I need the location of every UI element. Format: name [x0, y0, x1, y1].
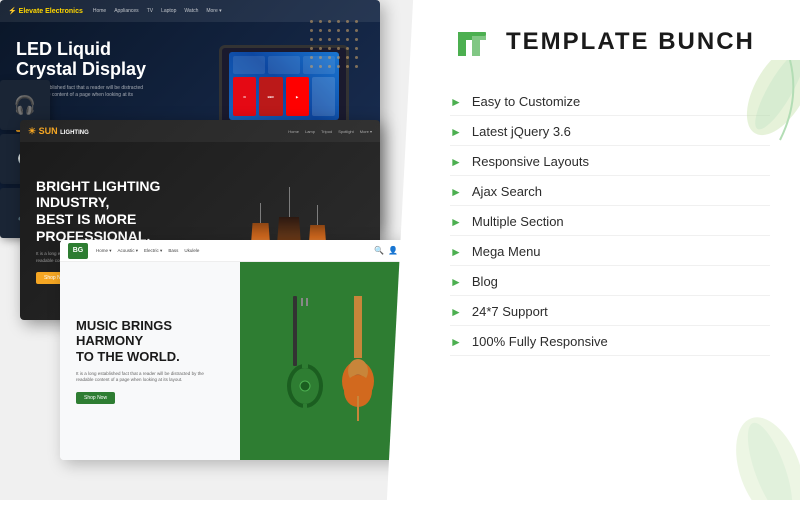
- feature-text-7: 24*7 Support: [472, 304, 548, 319]
- feature-arrow-0: ►: [450, 95, 462, 109]
- feature-arrow-5: ►: [450, 245, 462, 259]
- tmpl1-nav-watch: Watch: [184, 8, 198, 14]
- feature-item-7: ► 24*7 Support: [450, 298, 770, 326]
- tv-content-row: N BBC ▶: [233, 77, 335, 116]
- dots-decoration: [310, 20, 370, 80]
- tv-yt: ▶: [286, 77, 309, 116]
- tmpl1-logo: ⚡ Elevate Electronics: [8, 7, 83, 15]
- tmpl2-hero-title: BRIGHT LIGHTING INDUSTRY,BEST IS MORE PR…: [36, 178, 214, 245]
- tmpl3-hero-sub: It is a long established fact that a rea…: [76, 371, 206, 385]
- tmpl1-nav-laptop: Laptop: [161, 8, 176, 14]
- brand-logo-icon: [450, 20, 494, 64]
- feature-item-8: ► 100% Fully Responsive: [450, 328, 770, 356]
- tmpl2-logo: ☀ SUN LIGHTING: [28, 126, 89, 137]
- feature-item-5: ► Mega Menu: [450, 238, 770, 266]
- tmpl1-hero-title: LED LiquidCrystal Display: [16, 40, 204, 80]
- tmpl1-nav-tv: TV: [147, 8, 153, 14]
- tmpl3-hero-title: MUSIC BRINGS HARMONYTO THE WORLD.: [76, 318, 224, 365]
- tmpl3-hero: MUSIC BRINGS HARMONYTO THE WORLD. It is …: [60, 262, 420, 460]
- tmpl3-nav-electric: Electric ▾: [144, 248, 162, 254]
- brand-header: TEMPLATE BUNCH: [450, 20, 770, 64]
- tmpl3-shop-btn[interactable]: Shop Now: [76, 392, 115, 404]
- feature-arrow-8: ►: [450, 335, 462, 349]
- feature-arrow-2: ►: [450, 155, 462, 169]
- leaf-decoration-bottom: [700, 380, 800, 500]
- tmpl3-hero-text: MUSIC BRINGS HARMONYTO THE WORLD. It is …: [60, 262, 240, 460]
- tv-bbc: BBC: [259, 77, 282, 116]
- feature-item-3: ► Ajax Search: [450, 178, 770, 206]
- tmpl1-nav-home: Home: [93, 8, 106, 14]
- tmpl1-nav: ⚡ Elevate Electronics Home Appliances TV…: [0, 0, 380, 22]
- feature-arrow-3: ►: [450, 185, 462, 199]
- feature-item-6: ► Blog: [450, 268, 770, 296]
- feature-arrow-1: ►: [450, 125, 462, 139]
- tmpl3-nav: BG Home ▾ Acoustic ▾ Electric ▾ Bass Uku…: [60, 240, 420, 262]
- feature-text-4: Multiple Section: [472, 214, 564, 229]
- feature-text-6: Blog: [472, 274, 498, 289]
- tmpl1-nav-links: Home Appliances TV Laptop Watch More ▾: [93, 8, 222, 14]
- tmpl3-nav-acoustic: Acoustic ▾: [118, 248, 139, 254]
- tmpl3-nav-bass: Bass: [168, 248, 178, 254]
- tmpl3-logo: BG: [68, 243, 88, 259]
- feature-arrow-7: ►: [450, 305, 462, 319]
- feature-text-3: Ajax Search: [472, 184, 542, 199]
- left-panel: ⚡ Elevate Electronics Home Appliances TV…: [0, 0, 420, 500]
- tmpl3-nav-ukulele: Ukulele: [184, 248, 199, 254]
- template-guitar: BG Home ▾ Acoustic ▾ Electric ▾ Bass Uku…: [60, 240, 420, 460]
- feature-text-1: Latest jQuery 3.6: [472, 124, 571, 139]
- tv-netflix: N: [233, 77, 256, 116]
- feature-arrow-6: ►: [450, 275, 462, 289]
- guitar-1: [278, 296, 333, 426]
- brand-name-text: TEMPLATE BUNCH: [506, 28, 755, 56]
- headphone-icon: 🎧: [14, 95, 36, 116]
- leaf-decoration-top: [720, 60, 800, 180]
- feature-text-0: Easy to Customize: [472, 94, 580, 109]
- tmpl1-nav-appliances: Appliances: [114, 8, 138, 14]
- tmpl1-nav-more: More ▾: [206, 8, 221, 14]
- guitar-2: [333, 296, 383, 426]
- tv-other: [312, 77, 335, 116]
- feature-text-8: 100% Fully Responsive: [472, 334, 608, 349]
- feature-item-4: ► Multiple Section: [450, 208, 770, 236]
- tmpl2-nav: ☀ SUN LIGHTING Home Lamp Tripod Spotligh…: [20, 120, 380, 142]
- tmpl3-nav-links: Home ▾ Acoustic ▾ Electric ▾ Bass Ukulel…: [96, 248, 199, 254]
- feature-text-2: Responsive Layouts: [472, 154, 589, 169]
- feature-arrow-4: ►: [450, 215, 462, 229]
- feature-text-5: Mega Menu: [472, 244, 541, 259]
- right-panel: TEMPLATE BUNCH ► Easy to Customize ► Lat…: [420, 0, 800, 500]
- tmpl3-nav-home: Home ▾: [96, 248, 112, 254]
